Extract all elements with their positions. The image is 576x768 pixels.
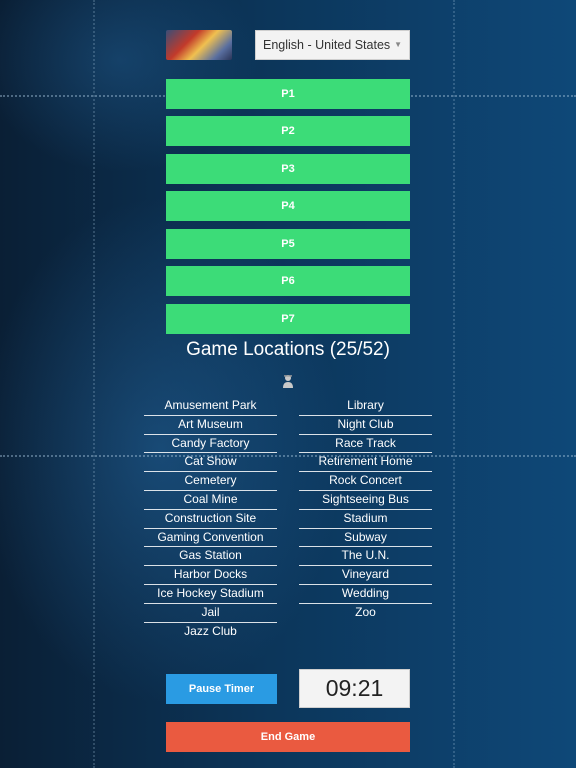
chevron-down-icon: ▼: [394, 40, 402, 49]
locations-title: Game Locations (25/52): [186, 339, 390, 360]
location-item[interactable]: Construction Site: [144, 510, 277, 529]
location-item[interactable]: Stadium: [299, 510, 432, 529]
location-item[interactable]: Jail: [144, 604, 277, 623]
language-select[interactable]: English - United States ▼: [255, 30, 410, 60]
language-select-value: English - United States: [263, 38, 391, 52]
location-item[interactable]: Retirement Home: [299, 453, 432, 473]
location-item[interactable]: Coal Mine: [144, 491, 277, 510]
background-grid-line: [0, 455, 576, 457]
player-button-p7[interactable]: P7: [166, 304, 410, 334]
game-logo: [166, 30, 232, 60]
player-button-p6[interactable]: P6: [166, 266, 410, 296]
spy-icon: [283, 375, 293, 388]
background-grid-line: [93, 0, 95, 768]
player-button-p2[interactable]: P2: [166, 116, 410, 146]
location-item[interactable]: The U.N.: [299, 547, 432, 567]
location-item[interactable]: Ice Hockey Stadium: [144, 585, 277, 604]
location-item[interactable]: Harbor Docks: [144, 566, 277, 585]
locations-list-right: Library Night Club Race Track Retirement…: [299, 397, 432, 623]
location-item[interactable]: Zoo: [299, 604, 432, 623]
location-item[interactable]: Cat Show: [144, 453, 277, 473]
location-item[interactable]: Sightseeing Bus: [299, 491, 432, 510]
location-item[interactable]: Cemetery: [144, 472, 277, 491]
end-game-button[interactable]: End Game: [166, 722, 410, 752]
player-button-p4[interactable]: P4: [166, 191, 410, 221]
player-button-p5[interactable]: P5: [166, 229, 410, 259]
locations-list-left: Amusement Park Art Museum Candy Factory …: [144, 397, 277, 641]
location-item[interactable]: Library: [299, 397, 432, 416]
location-item[interactable]: Gaming Convention: [144, 529, 277, 548]
player-button-p1[interactable]: P1: [166, 79, 410, 109]
player-button-p3[interactable]: P3: [166, 154, 410, 184]
location-item[interactable]: Race Track: [299, 435, 432, 454]
location-item[interactable]: Vineyard: [299, 566, 432, 585]
background-grid-line: [453, 0, 455, 768]
location-item[interactable]: Rock Concert: [299, 472, 432, 491]
location-item[interactable]: Gas Station: [144, 547, 277, 567]
location-item[interactable]: Candy Factory: [144, 435, 277, 454]
location-item[interactable]: Jazz Club: [144, 623, 277, 642]
location-item[interactable]: Art Museum: [144, 416, 277, 435]
location-item[interactable]: Night Club: [299, 416, 432, 435]
timer-display: 09:21: [299, 669, 410, 708]
location-item[interactable]: Wedding: [299, 585, 432, 604]
location-item[interactable]: Subway: [299, 529, 432, 548]
location-item[interactable]: Amusement Park: [144, 397, 277, 416]
pause-timer-button[interactable]: Pause Timer: [166, 674, 277, 704]
